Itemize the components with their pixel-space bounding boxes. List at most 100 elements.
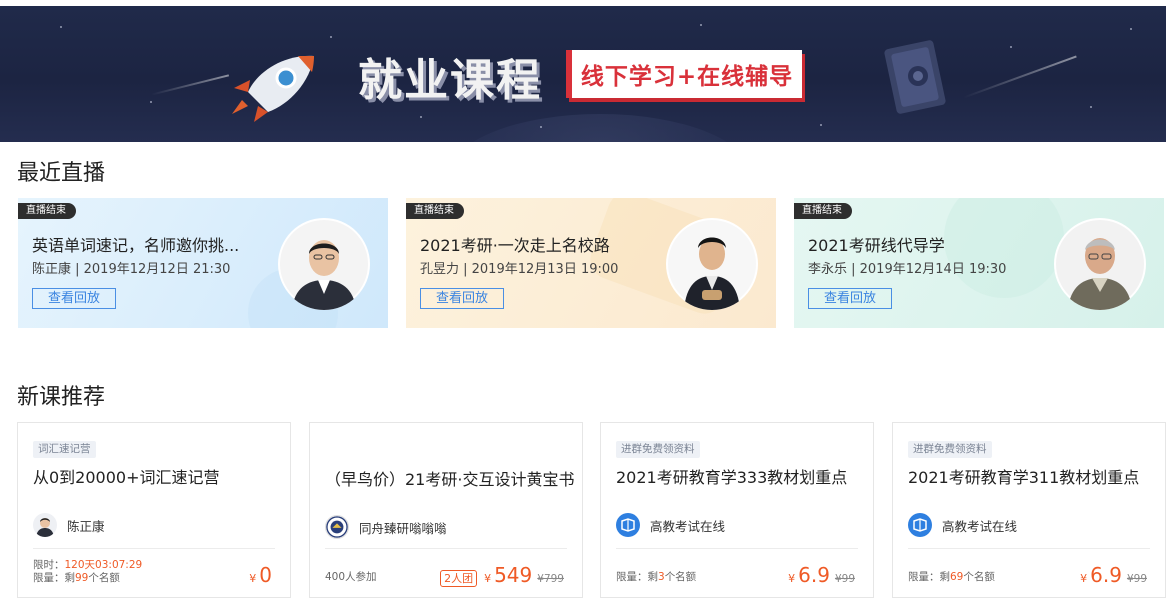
live-meta: 李永乐 | 2019年12月14日 19:30 <box>808 262 1007 277</box>
original-price: ¥99 <box>834 573 855 585</box>
book-icon <box>908 513 932 537</box>
live-title[interactable]: 2021考研线代导学 <box>808 232 945 256</box>
banner-title: 就业课程 <box>358 55 542 106</box>
star-decoration <box>330 36 332 38</box>
quota-count: 3 <box>658 571 665 583</box>
rocket-icon <box>232 55 314 122</box>
original-price: ¥99 <box>1126 573 1147 585</box>
course-card[interactable]: 进群免费领资料 2021考研教育学333教材划重点 高教考试在线 限量：剩3个名… <box>600 422 874 598</box>
course-teacher: 高教考试在线 <box>616 513 725 537</box>
quota-prefix: 限量：剩 <box>616 571 658 583</box>
person-icon <box>668 220 756 310</box>
star-decoration <box>420 116 422 118</box>
quota-suffix: 个名额 <box>963 571 995 583</box>
school-logo-icon <box>325 515 349 539</box>
teacher-avatar <box>33 513 57 537</box>
price-currency: ¥ <box>249 572 257 585</box>
star-decoration <box>60 26 62 28</box>
live-title[interactable]: 2021考研·一次走上名校路 <box>420 232 610 256</box>
star-decoration <box>700 24 702 26</box>
price-amount: 6.9 <box>1090 563 1122 587</box>
course-title[interactable]: 2021考研教育学333教材划重点 <box>616 467 866 489</box>
course-tag: 进群免费领资料 <box>908 441 992 458</box>
course-teacher: 同舟臻研嗡嗡嗡 <box>325 515 447 539</box>
star-decoration <box>1010 46 1012 48</box>
quota-suffix: 个名额 <box>88 572 120 584</box>
course-title[interactable]: 2021考研教育学311教材划重点 <box>908 467 1158 489</box>
price-amount: 6.9 <box>798 563 830 587</box>
star-decoration <box>1090 106 1092 108</box>
price-amount: 549 <box>494 563 533 587</box>
course-tag: 进群免费领资料 <box>616 441 700 458</box>
section-title-courses: 新课推荐 <box>17 385 106 410</box>
star-decoration <box>150 101 152 103</box>
teacher-name: 高教考试在线 <box>942 518 1018 534</box>
live-meta: 孔昱力 | 2019年12月13日 19:00 <box>420 262 619 277</box>
live-title[interactable]: 英语单词速记，名师邀你挑... <box>32 232 239 256</box>
course-footer: 限时：120天03:07:29 限量：剩99个名额 <box>33 559 142 585</box>
live-status-badge: 直播结束 <box>794 203 852 219</box>
course-price: 2人团 ¥ 549 ¥799 <box>440 563 564 587</box>
streak-decoration <box>150 74 230 96</box>
quota-count: 69 <box>950 571 964 583</box>
teacher-avatar[interactable] <box>666 218 758 310</box>
live-status-badge: 直播结束 <box>18 203 76 219</box>
teacher-name: 高教考试在线 <box>650 518 726 534</box>
countdown-timer: 120天03:07:29 <box>64 559 143 571</box>
section-title-live: 最近直播 <box>17 161 106 186</box>
star-decoration <box>540 126 542 128</box>
live-meta: 陈正康 | 2019年12月12日 21:30 <box>32 262 231 277</box>
course-title[interactable]: 从0到20000+词汇速记营 <box>33 467 283 489</box>
quota-count: 99 <box>75 572 89 584</box>
divider <box>33 548 275 549</box>
replay-button[interactable]: 查看回放 <box>420 288 504 309</box>
price-currency: ¥ <box>1080 572 1088 585</box>
course-card[interactable]: 进群免费领资料 2021考研教育学311教材划重点 高教考试在线 限量：剩69个… <box>892 422 1166 598</box>
course-footer: 限量：剩3个名额 <box>616 569 696 584</box>
divider <box>325 548 567 549</box>
replay-button[interactable]: 查看回放 <box>808 288 892 309</box>
teacher-name: 同舟臻研嗡嗡嗡 <box>359 520 447 536</box>
course-price: ¥ 0 <box>249 563 272 587</box>
group-buy-badge: 2人团 <box>440 570 478 587</box>
course-price: ¥ 6.9 ¥99 <box>788 563 855 587</box>
live-card[interactable]: 直播结束 2021考研·一次走上名校路 孔昱力 | 2019年12月13日 19… <box>406 198 776 328</box>
course-footer: 限量：剩69个名额 <box>908 569 995 584</box>
course-tag: 词汇速记营 <box>33 441 96 458</box>
quota-prefix: 限量：剩 <box>33 572 75 584</box>
course-card[interactable]: 词汇速记营 从0到20000+词汇速记营 陈正康 限时：120天03:07:29… <box>17 422 291 598</box>
price-amount: 0 <box>259 563 272 587</box>
hero-banner[interactable]: 就业课程 线下学习+在线辅导 <box>0 6 1166 142</box>
participants-count: 400人参加 <box>325 571 377 583</box>
star-decoration <box>820 124 822 126</box>
course-teacher: 高教考试在线 <box>908 513 1017 537</box>
person-icon <box>1056 220 1144 310</box>
live-status-badge: 直播结束 <box>406 203 464 219</box>
live-card[interactable]: 直播结束 2021考研线代导学 李永乐 | 2019年12月14日 19:30 … <box>794 198 1164 328</box>
banner-subtitle: 线下学习+在线辅导 <box>566 50 802 98</box>
streak-decoration <box>963 55 1077 99</box>
price-currency: ¥ <box>484 572 492 585</box>
teacher-avatar[interactable] <box>1054 218 1146 310</box>
divider <box>908 548 1150 549</box>
limit-label: 限时： <box>33 559 65 571</box>
star-decoration <box>1130 28 1132 30</box>
book-icon <box>913 518 927 532</box>
live-card[interactable]: 直播结束 英语单词速记，名师邀你挑... 陈正康 | 2019年12月12日 2… <box>18 198 388 328</box>
price-currency: ¥ <box>788 572 796 585</box>
course-title[interactable]: （早鸟价）21考研·交互设计黄宝书 <box>325 469 575 491</box>
teacher-avatar[interactable] <box>278 218 370 310</box>
book-icon <box>616 513 640 537</box>
course-teacher: 陈正康 <box>33 513 105 537</box>
school-logo-icon <box>326 516 348 538</box>
course-price: ¥ 6.9 ¥99 <box>1080 563 1147 587</box>
course-card[interactable]: （早鸟价）21考研·交互设计黄宝书 同舟臻研嗡嗡嗡 400人参加 2人团 ¥ 5… <box>309 422 583 598</box>
replay-button[interactable]: 查看回放 <box>32 288 116 309</box>
quota-prefix: 限量：剩 <box>908 571 950 583</box>
quota-suffix: 个名额 <box>664 571 697 583</box>
teacher-name: 陈正康 <box>67 518 105 534</box>
person-icon <box>36 518 54 537</box>
original-price: ¥799 <box>537 573 564 585</box>
person-icon <box>280 220 368 310</box>
deco-shape <box>944 198 1064 298</box>
